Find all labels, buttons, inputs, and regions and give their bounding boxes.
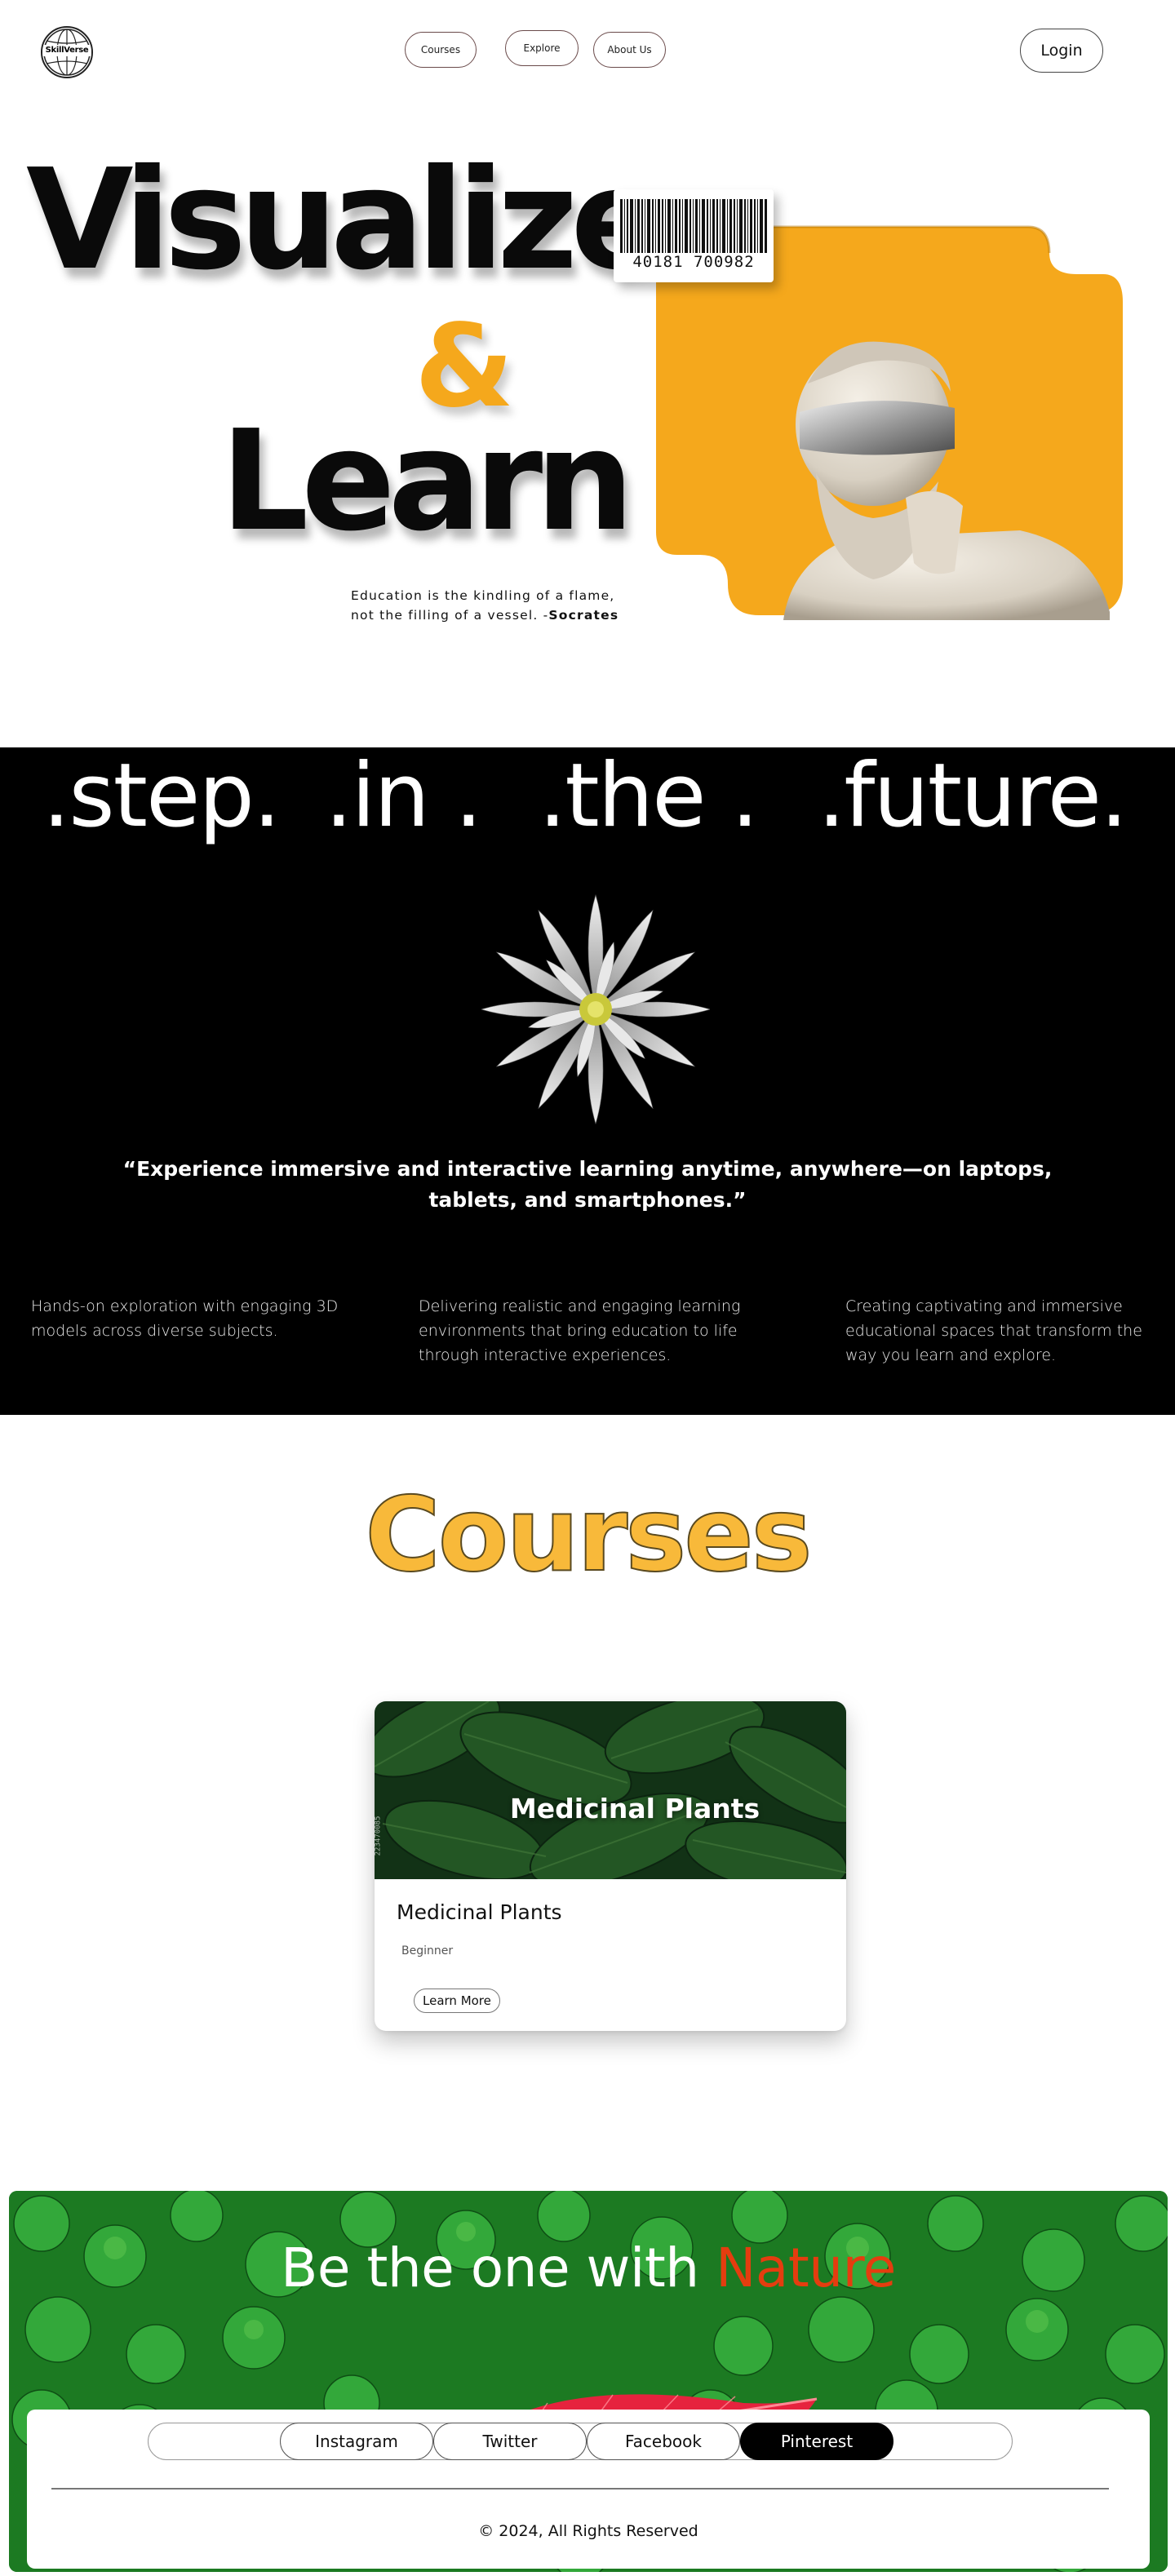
footer-divider	[51, 2488, 1109, 2490]
footer-panel: Instagram Twitter Facebook Pinterest © 2…	[27, 2410, 1150, 2569]
band-word-the: .the .	[539, 745, 759, 847]
instagram-link[interactable]: Instagram	[280, 2423, 433, 2460]
hero-quote: Education is the kindling of a flame, no…	[351, 586, 645, 625]
nav-explore[interactable]: Explore	[505, 30, 579, 66]
quote-line-1: Education is the kindling of a flame,	[351, 588, 615, 603]
courses-heading: Courses	[364, 1474, 813, 1595]
nature-heading-accent: Nature	[716, 2237, 896, 2299]
course-card-medicinal-plants[interactable]: 223470085 Medicinal Plants Medicinal Pla…	[375, 1701, 846, 2031]
nature-heading: Be the one with Nature	[9, 2236, 1168, 2301]
band-word-in: .in .	[325, 745, 482, 847]
immersive-learning-quote: “Experience immersive and interactive le…	[122, 1157, 1053, 1212]
nav-courses[interactable]: Courses	[405, 32, 477, 68]
twitter-link[interactable]: Twitter	[433, 2423, 587, 2460]
hero-title-learn: Learn	[220, 401, 634, 562]
feature-3d-models: Hands-on exploration with engaging 3D mo…	[31, 1297, 339, 1340]
nav-about-us[interactable]: About Us	[593, 32, 666, 68]
footer-section: Be the one with Nature Instagram Twitter…	[9, 2191, 1168, 2572]
course-name: Medicinal Plants	[397, 1900, 562, 1924]
barcode-icon	[620, 199, 767, 253]
course-level: Beginner	[401, 1944, 454, 1957]
band-word-future: .future.	[818, 745, 1128, 847]
skillverse-logo[interactable]: SkillVerse	[41, 26, 93, 78]
card-image-title: Medicinal Plants	[509, 1793, 760, 1824]
barcode-sticker: 40181 700982	[614, 189, 774, 282]
hero-title-visualize: Visualize	[26, 140, 665, 301]
quote-line-2-text: not the filling of a vessel. -	[351, 608, 549, 623]
logo-text: SkillVerse	[42, 45, 91, 56]
feature-realistic-environments: Delivering realistic and engaging learni…	[419, 1297, 741, 1364]
pinterest-link[interactable]: Pinterest	[740, 2423, 893, 2460]
statue-vr-image	[783, 341, 1110, 620]
lotus-flower-image	[481, 893, 710, 1125]
barcode-number: 40181 700982	[632, 253, 755, 271]
login-button[interactable]: Login	[1020, 29, 1103, 73]
leaves-image	[375, 1701, 846, 1879]
learn-more-button[interactable]: Learn More	[414, 1989, 500, 2013]
band-word-step: .step.	[42, 745, 281, 847]
quote-line-2: not the filling of a vessel. -Socrates	[351, 605, 645, 625]
copyright-text: © 2024, All Rights Reserved	[478, 2522, 698, 2540]
nature-heading-prefix: Be the one with	[281, 2237, 716, 2299]
facebook-link[interactable]: Facebook	[587, 2423, 740, 2460]
step-in-the-future-section: .step. .in . .the . .future. “Experience…	[0, 747, 1175, 1415]
feature-immersive-spaces: Creating captivating and immersive educa…	[845, 1297, 1142, 1364]
quote-author: Socrates	[548, 608, 619, 623]
